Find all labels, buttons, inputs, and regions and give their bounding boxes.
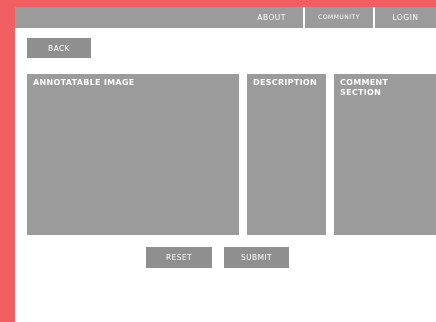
top-nav-bar: ABOUT COMMUNITY LOGIN (15, 7, 436, 28)
nav-link-about[interactable]: ABOUT (240, 7, 303, 28)
description-panel: DESCRIPTION (247, 74, 326, 235)
submit-button[interactable]: SUBMIT (224, 247, 289, 268)
description-panel-label: DESCRIPTION (253, 78, 317, 87)
image-panel-label: ANNOTATABLE IMAGE (33, 78, 135, 87)
annotatable-image-panel[interactable]: ANNOTATABLE IMAGE (27, 74, 239, 235)
comment-section-panel[interactable]: COMMENT SECTION (334, 74, 436, 235)
reset-button[interactable]: RESET (146, 247, 212, 268)
page-canvas: ABOUT COMMUNITY LOGIN BACK ANNOTATABLE I… (15, 7, 436, 322)
nav-link-community[interactable]: COMMUNITY (305, 7, 373, 28)
comment-panel-label: COMMENT SECTION (340, 78, 389, 97)
nav-link-login[interactable]: LOGIN (375, 7, 436, 28)
back-button[interactable]: BACK (27, 38, 91, 58)
